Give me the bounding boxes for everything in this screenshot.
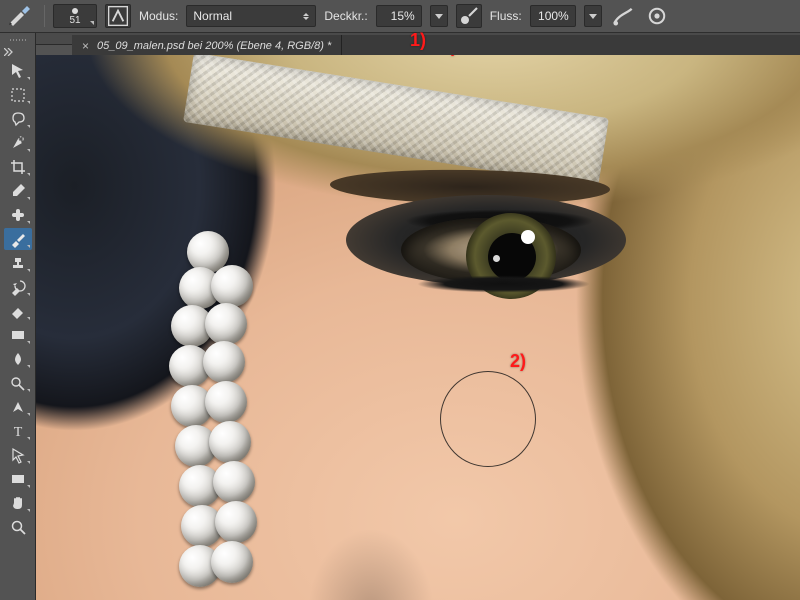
brush-tool[interactable] bbox=[4, 228, 32, 250]
blend-mode-select[interactable]: Normal bbox=[186, 5, 316, 27]
history-brush-tool[interactable] bbox=[4, 276, 32, 298]
pearl-strand bbox=[121, 231, 291, 600]
opacity-label: Deckkr.: bbox=[324, 9, 367, 23]
flow-flyout[interactable] bbox=[584, 5, 602, 27]
move-tool[interactable] bbox=[4, 60, 32, 82]
tool-preset-picker[interactable] bbox=[6, 5, 36, 27]
blur-tool[interactable] bbox=[4, 348, 32, 370]
eraser-tool[interactable] bbox=[4, 300, 32, 322]
rectangle-tool[interactable] bbox=[4, 468, 32, 490]
type-tool[interactable]: T bbox=[4, 420, 32, 442]
flow-label: Fluss: bbox=[490, 9, 522, 23]
annotation-1-overlay: 1) bbox=[410, 30, 426, 51]
nose-shadow bbox=[286, 485, 456, 600]
brush-size-value: 51 bbox=[69, 15, 80, 26]
divider bbox=[44, 5, 45, 27]
opacity-input[interactable]: 15% bbox=[376, 5, 422, 27]
dodge-tool[interactable] bbox=[4, 372, 32, 394]
catchlight bbox=[521, 230, 535, 244]
document-tab-bar: × 05_09_malen.psd bei 200% (Ebene 4, RGB… bbox=[72, 35, 800, 57]
catchlight-small bbox=[493, 255, 500, 262]
brush-panel-toggle[interactable] bbox=[105, 4, 131, 28]
hand-tool[interactable] bbox=[4, 492, 32, 514]
document-canvas[interactable]: 1) 2) bbox=[36, 55, 800, 600]
marquee-tool[interactable] bbox=[4, 84, 32, 106]
pressure-size-toggle[interactable] bbox=[644, 4, 670, 28]
path-select-tool[interactable] bbox=[4, 444, 32, 466]
collapse-toggle[interactable] bbox=[0, 45, 35, 59]
mode-label: Modus: bbox=[139, 9, 178, 23]
lower-eyeliner bbox=[396, 275, 611, 293]
panel-grip[interactable] bbox=[0, 35, 35, 45]
eyedropper-tool[interactable] bbox=[4, 180, 32, 202]
brush-preset-picker[interactable]: 51 bbox=[53, 4, 97, 28]
opacity-flyout[interactable] bbox=[430, 5, 448, 27]
close-icon[interactable]: × bbox=[82, 39, 89, 53]
gradient-tool[interactable] bbox=[4, 324, 32, 346]
document-tab-title: 05_09_malen.psd bei 200% (Ebene 4, RGB/8… bbox=[97, 40, 331, 52]
pen-tool[interactable] bbox=[4, 396, 32, 418]
healing-brush-tool[interactable] bbox=[4, 204, 32, 226]
annotation-1: 1) bbox=[441, 55, 457, 57]
airbrush-toggle[interactable] bbox=[610, 4, 636, 28]
pressure-opacity-toggle[interactable] bbox=[456, 4, 482, 28]
quick-select-tool[interactable] bbox=[4, 132, 32, 154]
crop-tool[interactable] bbox=[4, 156, 32, 178]
svg-text:T: T bbox=[13, 425, 22, 440]
lasso-tool[interactable] bbox=[4, 108, 32, 130]
options-bar: 51 Modus: Normal Deckkr.: 15% Fluss: 100… bbox=[0, 0, 800, 33]
stamp-tool[interactable] bbox=[4, 252, 32, 274]
zoom-tool[interactable] bbox=[4, 516, 32, 538]
blend-mode-value: Normal bbox=[193, 9, 232, 23]
annotation-2: 2) bbox=[510, 351, 526, 372]
flow-input[interactable]: 100% bbox=[530, 5, 576, 27]
tools-panel: T bbox=[0, 33, 36, 600]
document-tab[interactable]: × 05_09_malen.psd bei 200% (Ebene 4, RGB… bbox=[72, 35, 342, 57]
